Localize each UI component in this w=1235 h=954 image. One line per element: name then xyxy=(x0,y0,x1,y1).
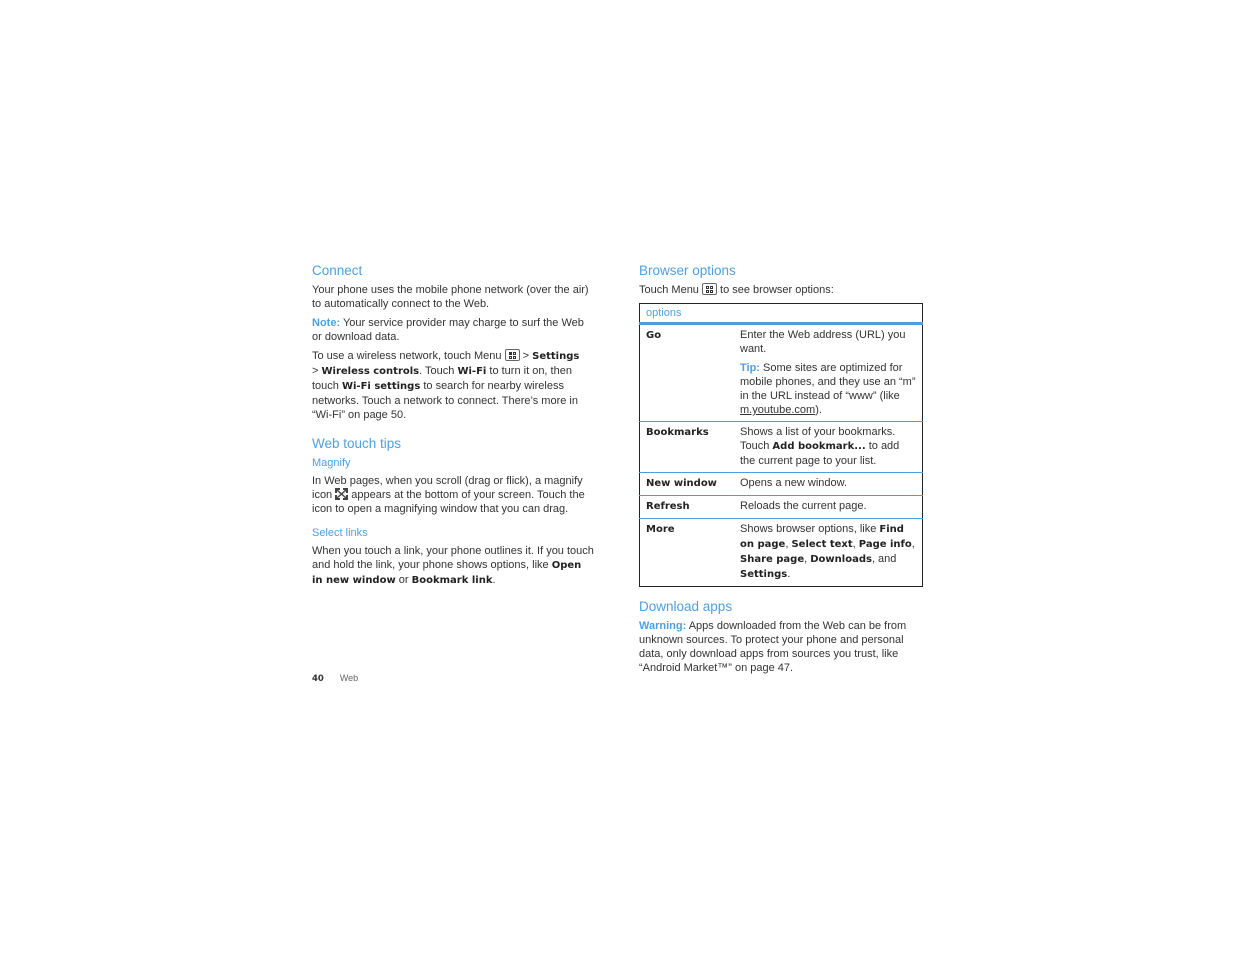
menu-key-icon xyxy=(504,349,520,361)
browser-options-intro: Touch Menu to see browser options: xyxy=(639,283,834,296)
option-description: Reloads the current page. xyxy=(734,495,923,519)
browser-options-table: options Go Enter the Web address (URL) y… xyxy=(639,303,923,587)
option-name: Go xyxy=(646,330,662,341)
option-name: New window xyxy=(646,478,717,489)
browser-options-heading: Browser options xyxy=(639,263,736,278)
table-row: New window Opens a new window. xyxy=(639,472,923,496)
option-description: Enter the Web address (URL) you want. xyxy=(740,329,906,355)
web-touch-tips-section: Web touch tips Magnify In Web pages, whe… xyxy=(312,436,595,588)
download-apps-heading: Download apps xyxy=(639,599,733,614)
section-name: Web xyxy=(339,673,359,683)
wireless-paragraph: To use a wireless network, touch Menu > … xyxy=(312,349,580,421)
table-header-row: options xyxy=(639,303,923,325)
magnify-heading: Magnify xyxy=(312,457,351,469)
note-paragraph: Note: Your service provider may charge t… xyxy=(312,317,584,343)
table-header: options xyxy=(639,303,923,325)
note-label: Note: xyxy=(312,317,341,329)
browser-options-section: Browser options Touch Menu to see browse… xyxy=(639,263,923,587)
table-row: Bookmarks Shows a list of your bookmarks… xyxy=(639,421,923,473)
connect-heading: Connect xyxy=(312,263,363,278)
connect-paragraph: Your phone uses the mobile phone network… xyxy=(312,284,589,310)
download-apps-section: Download apps Warning: Apps downloaded f… xyxy=(639,599,923,675)
select-links-heading: Select links xyxy=(312,527,368,539)
magnify-paragraph: In Web pages, when you scroll (drag or f… xyxy=(312,475,585,515)
web-touch-tips-heading: Web touch tips xyxy=(312,436,402,451)
option-name: More xyxy=(646,524,675,535)
table-row: More Shows browser options, like Find on… xyxy=(639,518,923,587)
option-description: Shows a list of your bookmarks. Touch Ad… xyxy=(734,421,923,473)
table-row: Refresh Reloads the current page. xyxy=(639,495,923,519)
page-footer: 40 Web xyxy=(312,673,358,684)
right-column: Browser options Touch Menu to see browse… xyxy=(639,263,923,680)
option-description: Shows browser options, like Find on page… xyxy=(734,518,923,587)
option-name: Bookmarks xyxy=(646,427,709,438)
table-row: Go Enter the Web address (URL) you want.… xyxy=(640,324,923,422)
select-links-paragraph: When you touch a link, your phone outlin… xyxy=(312,545,594,586)
warning-label: Warning: xyxy=(639,620,687,632)
tip-paragraph: Tip: Some sites are optimized for mobile… xyxy=(740,362,916,416)
page-number: 40 xyxy=(312,674,324,684)
menu-key-icon xyxy=(701,283,717,295)
option-description: Opens a new window. xyxy=(734,472,923,496)
option-name: Refresh xyxy=(646,501,690,512)
connect-section: Connect Your phone uses the mobile phone… xyxy=(312,263,595,422)
magnify-icon xyxy=(335,488,349,500)
left-column: Connect Your phone uses the mobile phone… xyxy=(312,263,595,593)
tip-label: Tip: xyxy=(740,362,760,374)
youtube-link[interactable]: m.youtube.com xyxy=(740,404,815,416)
warning-paragraph: Warning: Apps downloaded from the Web ca… xyxy=(639,620,907,674)
